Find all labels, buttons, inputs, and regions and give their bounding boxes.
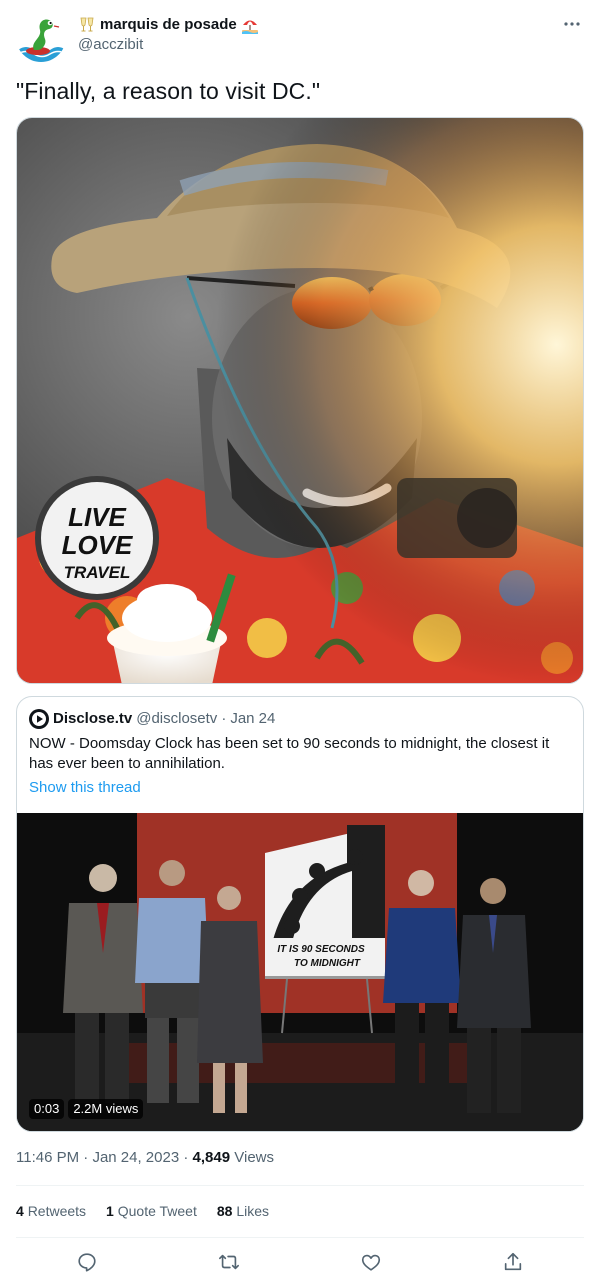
display-name-row[interactable]: marquis de posade [78, 15, 259, 35]
display-name: marquis de posade [100, 16, 237, 33]
retweet-button[interactable] [213, 1246, 245, 1278]
quoted-tweet[interactable]: Disclose.tv @disclosetv · Jan 24 NOW - D… [16, 696, 584, 1132]
quoted-separator: · [221, 710, 227, 727]
tweet-detail: marquis de posade @acczibit "Finally, a … [0, 0, 600, 1288]
snake-in-water-icon [16, 12, 66, 62]
quoted-text: NOW - Doomsday Clock has been set to 90 … [29, 735, 550, 772]
meta-separator-1: · [83, 1149, 89, 1166]
tourist-man-image: LIVE LOVE TRAVEL [17, 118, 583, 683]
author-handle[interactable]: @acczibit [78, 35, 259, 55]
retweets-count: 4 [16, 1203, 24, 1219]
badge-text-live: LIVE [68, 502, 126, 532]
likes-stat[interactable]: 88 Likes [217, 1201, 269, 1221]
quote-tweets-stat[interactable]: 1 Quote Tweet [106, 1201, 197, 1221]
sign-line-1: IT IS 90 SECONDS [277, 944, 365, 955]
video-time: 0:03 [29, 1099, 65, 1119]
show-thread-link[interactable]: Show this thread [29, 778, 141, 798]
divider [16, 1185, 584, 1186]
video-views: 2.2M views [68, 1099, 144, 1119]
retweets-stat[interactable]: 4 Retweets [16, 1201, 86, 1221]
tweet-meta: 11:46 PM · Jan 24, 2023 · 4,849 Views [16, 1148, 274, 1168]
share-icon [504, 1252, 522, 1271]
quote-tweets-label: Quote Tweet [117, 1203, 197, 1219]
quoted-display-name: Disclose.tv [53, 710, 133, 727]
retweets-label: Retweets [27, 1203, 87, 1219]
quoted-handle: @disclosetv [136, 710, 218, 727]
quoted-tweet-header: Disclose.tv @disclosetv · Jan 24 [29, 709, 275, 729]
heart-icon [361, 1254, 381, 1271]
meta-separator-2: · [183, 1149, 189, 1166]
tweet-date[interactable]: Jan 24, 2023 [92, 1149, 179, 1166]
reply-icon [78, 1253, 96, 1272]
badge-text-travel: TRAVEL [64, 563, 131, 582]
divider [16, 1237, 584, 1238]
doomsday-clock-video-frame: IT IS 90 SECONDS TO MIDNIGHT [17, 813, 583, 1131]
reply-button[interactable] [71, 1246, 103, 1278]
more-dots-icon [564, 22, 580, 26]
tweet-image[interactable]: LIVE LOVE TRAVEL [16, 117, 584, 684]
tweet-time[interactable]: 11:46 PM [16, 1149, 79, 1166]
retweet-icon [219, 1254, 239, 1270]
quoted-date[interactable]: Jan 24 [230, 709, 275, 729]
play-logo-icon [30, 710, 48, 728]
share-button[interactable] [497, 1246, 529, 1278]
engagement-stats: 4 Retweets 1 Quote Tweet 88 Likes [16, 1201, 269, 1221]
likes-label: Likes [236, 1203, 270, 1219]
avatar[interactable] [16, 12, 66, 62]
likes-count: 88 [216, 1203, 233, 1219]
author-names: marquis de posade @acczibit [78, 15, 259, 55]
tweet-text: "Finally, a reason to visit DC." [16, 78, 321, 104]
badge-text-love: LOVE [62, 530, 133, 560]
like-button[interactable] [355, 1246, 387, 1278]
beach-umbrella-emoji [241, 20, 258, 34]
views-count: 4,849 [192, 1149, 231, 1166]
more-options-button[interactable] [560, 12, 584, 36]
video-badges: 0:03 2.2M views [29, 1099, 144, 1119]
sign-line-2: TO MIDNIGHT [294, 958, 361, 969]
quoted-avatar[interactable] [29, 709, 49, 729]
views-label: Views [234, 1149, 274, 1166]
quoted-video[interactable]: IT IS 90 SECONDS TO MIDNIGHT 0:03 2.2M v… [17, 813, 583, 1131]
tweet-header: marquis de posade @acczibit [16, 10, 584, 64]
quote-tweets-count: 1 [106, 1203, 114, 1219]
action-bar [16, 1246, 584, 1278]
clinking-glasses-emoji [80, 17, 94, 32]
